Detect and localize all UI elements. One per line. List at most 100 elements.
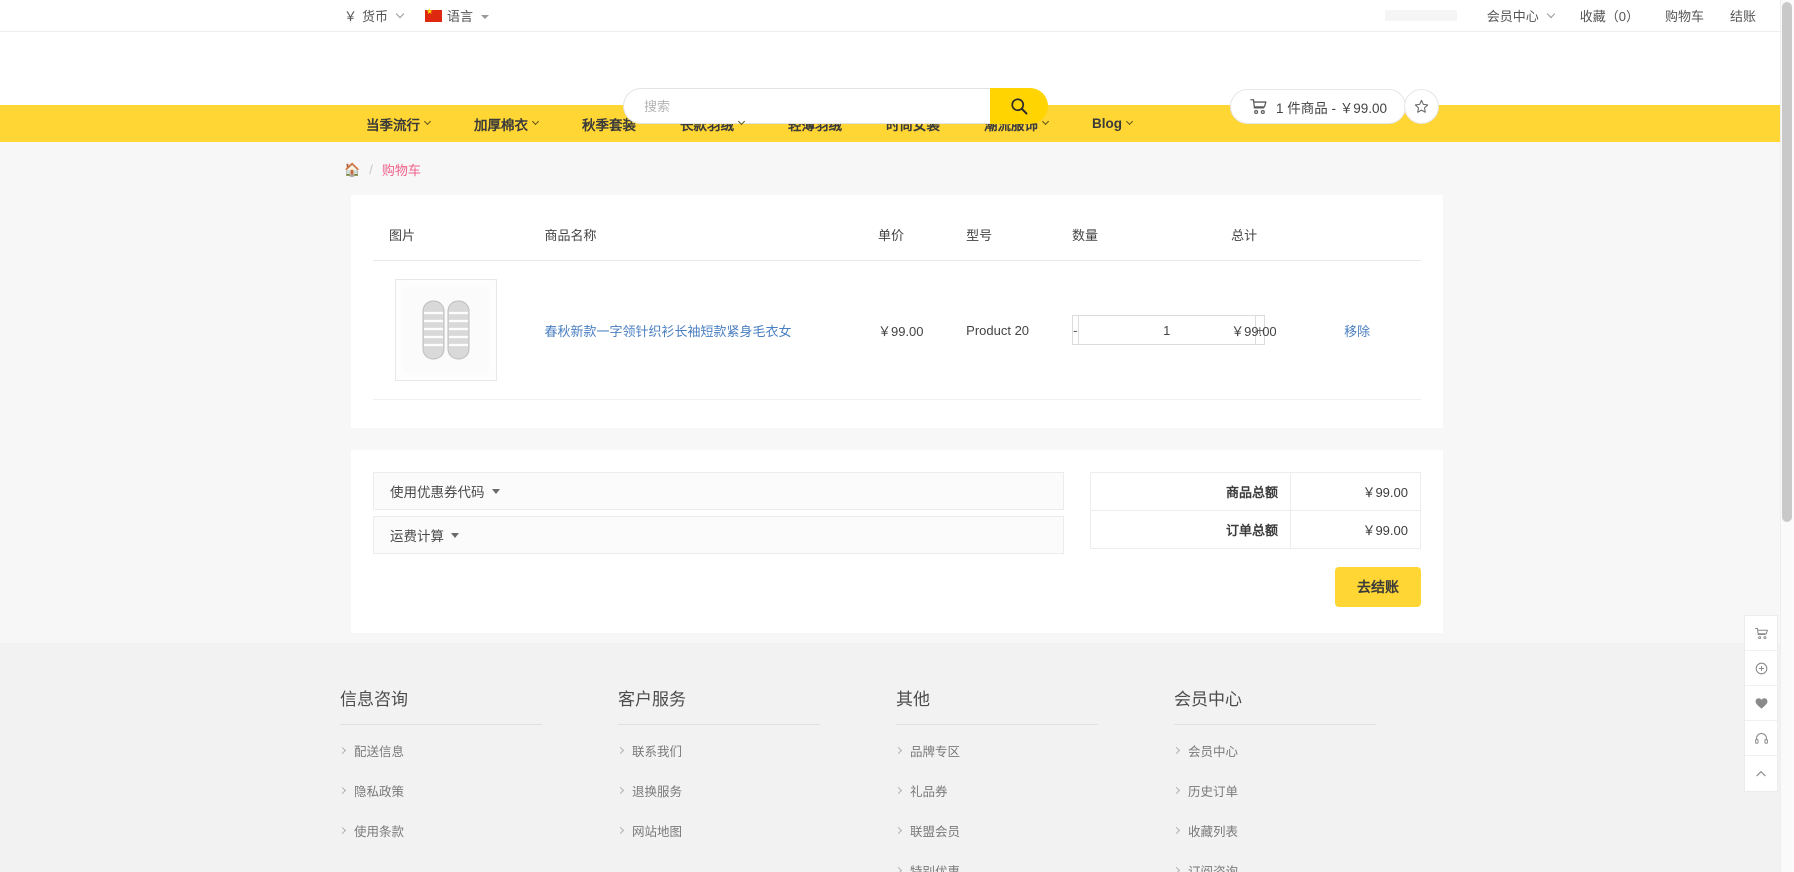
footer-link-sitemap[interactable]: 网站地图 [616, 821, 896, 840]
footer-link-order-history[interactable]: 历史订单 [1172, 781, 1452, 800]
footer-link-label: 特别优惠 [910, 865, 961, 872]
cell-unit-price: ￥99.00 [871, 260, 961, 400]
footer-link-label: 退换服务 [632, 785, 683, 799]
footer-link-returns[interactable]: 退换服务 [616, 781, 896, 800]
footer-link-label: 品牌专区 [910, 745, 961, 759]
scroll-top-icon [1756, 770, 1766, 776]
coupon-code-accordion[interactable]: 使用优惠券代码 [373, 472, 1065, 510]
breadcrumb: 🏠 / 购物车 [0, 142, 1794, 195]
table-header-row: 图片 商品名称 单价 型号 数量 总计 [373, 221, 1421, 261]
totals-row-order-total: 订单总额 ￥99.00 [1090, 510, 1421, 549]
rail-support-button[interactable] [1745, 721, 1777, 756]
coupon-code-label: 使用优惠券代码 [390, 485, 485, 500]
topbar-right-group: 会员中心 收藏（0） 购物车 结账 [1384, 6, 1756, 25]
topbar-link-cart[interactable]: 购物车 [1665, 6, 1704, 25]
remove-item-link[interactable]: 移除 [1344, 324, 1370, 339]
home-icon[interactable]: 🏠 [344, 162, 360, 178]
column-header-quantity: 数量 [1066, 221, 1226, 261]
shipping-calculator-accordion[interactable]: 运费计算 [373, 516, 1065, 554]
footer-link-label: 网站地图 [632, 825, 683, 839]
summary-panel: 使用优惠券代码 运费计算 商品总额 ￥99.00 订单总额 ￥99.00 去结账 [351, 450, 1443, 633]
chevron-right-icon [894, 866, 903, 872]
table-row: 春秋新款一字领针织衫长袖短款紧身毛衣女 ￥99.00 Product 20 - … [373, 260, 1421, 400]
column-header-unit-price: 单价 [871, 221, 961, 261]
footer-columns: 信息咨询 配送信息 隐私政策 使用条款 客户服务 联系我们 退换服务 网站地图 … [0, 685, 1794, 872]
footer-column-customer-service: 客户服务 联系我们 退换服务 网站地图 [616, 685, 896, 872]
search-bar [623, 88, 1048, 124]
chevron-right-icon [338, 746, 347, 755]
main-content: 🏠 / 购物车 图片 商品名称 单价 型号 数量 总计 春秋新款一字领针织衫长袖… [0, 142, 1794, 643]
quantity-input[interactable] [1078, 315, 1255, 345]
footer-link-newsletter[interactable]: 订阅咨询 [1172, 861, 1452, 872]
breadcrumb-current[interactable]: 购物车 [382, 160, 421, 179]
cn-flag-icon [425, 6, 443, 22]
cart-panel: 图片 商品名称 单价 型号 数量 总计 春秋新款一字领针织衫长袖短款紧身毛衣女 … [351, 195, 1443, 428]
cart-icon [1250, 99, 1267, 115]
product-name-link[interactable]: 春秋新款一字领针织衫长袖短款紧身毛衣女 [545, 324, 792, 339]
order-total-label: 订单总额 [1090, 510, 1291, 549]
top-utility-bar: ￥ 货币 语言 会员中心 收藏（0） 购物车 结账 [0, 0, 1794, 32]
rail-wishlist-button[interactable] [1745, 686, 1777, 721]
footer-link-label: 联盟会员 [910, 825, 961, 839]
page-scrollbar-thumb[interactable] [1782, 2, 1792, 522]
rail-compare-button[interactable] [1745, 651, 1777, 686]
chevron-right-icon [894, 786, 903, 795]
chevron-right-icon [616, 786, 625, 795]
topbar-link-member-center[interactable]: 会员中心 [1486, 6, 1555, 25]
search-button[interactable] [990, 88, 1048, 124]
topbar-link-checkout[interactable]: 结账 [1730, 6, 1756, 25]
column-header-actions [1338, 221, 1421, 261]
floating-action-rail [1744, 615, 1778, 792]
chevron-right-icon [1172, 786, 1181, 795]
footer-column-title: 客户服务 [618, 685, 820, 725]
footer-link-specials[interactable]: 特别优惠 [894, 861, 1174, 872]
product-thumbnail[interactable] [395, 279, 497, 381]
footer-column-title: 其他 [896, 685, 1098, 725]
footer-link-wishlist[interactable]: 收藏列表 [1172, 821, 1452, 840]
rail-cart-button[interactable] [1745, 616, 1777, 651]
footer-column-information: 信息咨询 配送信息 隐私政策 使用条款 [338, 685, 618, 872]
topbar-link-label: 会员中心 [1486, 9, 1539, 24]
chevron-right-icon [894, 826, 903, 835]
sweater-image [403, 287, 489, 373]
footer-link-privacy-policy[interactable]: 隐私政策 [338, 781, 618, 800]
footer-column-title: 信息咨询 [340, 685, 542, 725]
language-selector[interactable]: 语言 [425, 6, 490, 25]
checkout-button[interactable]: 去结账 [1335, 567, 1421, 607]
chevron-right-icon [616, 746, 625, 755]
footer-link-affiliate[interactable]: 联盟会员 [894, 821, 1174, 840]
order-totals: 商品总额 ￥99.00 订单总额 ￥99.00 去结账 [1090, 472, 1421, 607]
chevron-right-icon [1172, 746, 1181, 755]
header-wishlist-button[interactable] [1404, 89, 1439, 124]
caret-down-icon [451, 532, 459, 538]
search-input[interactable] [623, 88, 990, 124]
nav-item-thick-cotton[interactable]: 加厚棉衣 [452, 105, 560, 142]
column-header-image: 图片 [373, 221, 539, 261]
nav-item-label: 当季流行 [366, 117, 420, 133]
nav-item-current-trends[interactable]: 当季流行 [344, 105, 452, 142]
topbar-link-wishlist[interactable]: 收藏（0） [1580, 6, 1639, 25]
header-cart-summary[interactable]: 1 件商品 - ￥99.00 [1230, 89, 1407, 124]
rail-scroll-top-button[interactable] [1745, 756, 1777, 791]
caret-down-icon [481, 14, 490, 19]
footer-link-brands[interactable]: 品牌专区 [894, 741, 1174, 760]
footer-link-gift-certificates[interactable]: 礼品券 [894, 781, 1174, 800]
footer-link-my-account[interactable]: 会员中心 [1172, 741, 1452, 760]
page-scrollbar-track[interactable] [1780, 0, 1794, 872]
footer-link-label: 订阅咨询 [1188, 865, 1239, 872]
currency-selector[interactable]: ￥ 货币 [344, 6, 405, 25]
cell-product-image [373, 260, 539, 400]
chevron-down-icon [1546, 9, 1555, 18]
breadcrumb-separator: / [369, 162, 373, 177]
subtotal-value: ￥99.00 [1290, 472, 1421, 511]
footer-link-delivery-info[interactable]: 配送信息 [338, 741, 618, 760]
cell-line-total: ￥99.00 [1225, 260, 1339, 400]
chevron-down-icon [423, 117, 432, 126]
footer-link-contact-us[interactable]: 联系我们 [616, 741, 896, 760]
footer-link-label: 礼品券 [910, 785, 948, 799]
quantity-decrease-button[interactable]: - [1072, 315, 1079, 345]
footer-link-terms[interactable]: 使用条款 [338, 821, 618, 840]
nav-item-blog[interactable]: Blog [1070, 105, 1154, 142]
totals-row-subtotal: 商品总额 ￥99.00 [1090, 472, 1421, 511]
topbar-left-group: ￥ 货币 语言 [344, 6, 490, 25]
